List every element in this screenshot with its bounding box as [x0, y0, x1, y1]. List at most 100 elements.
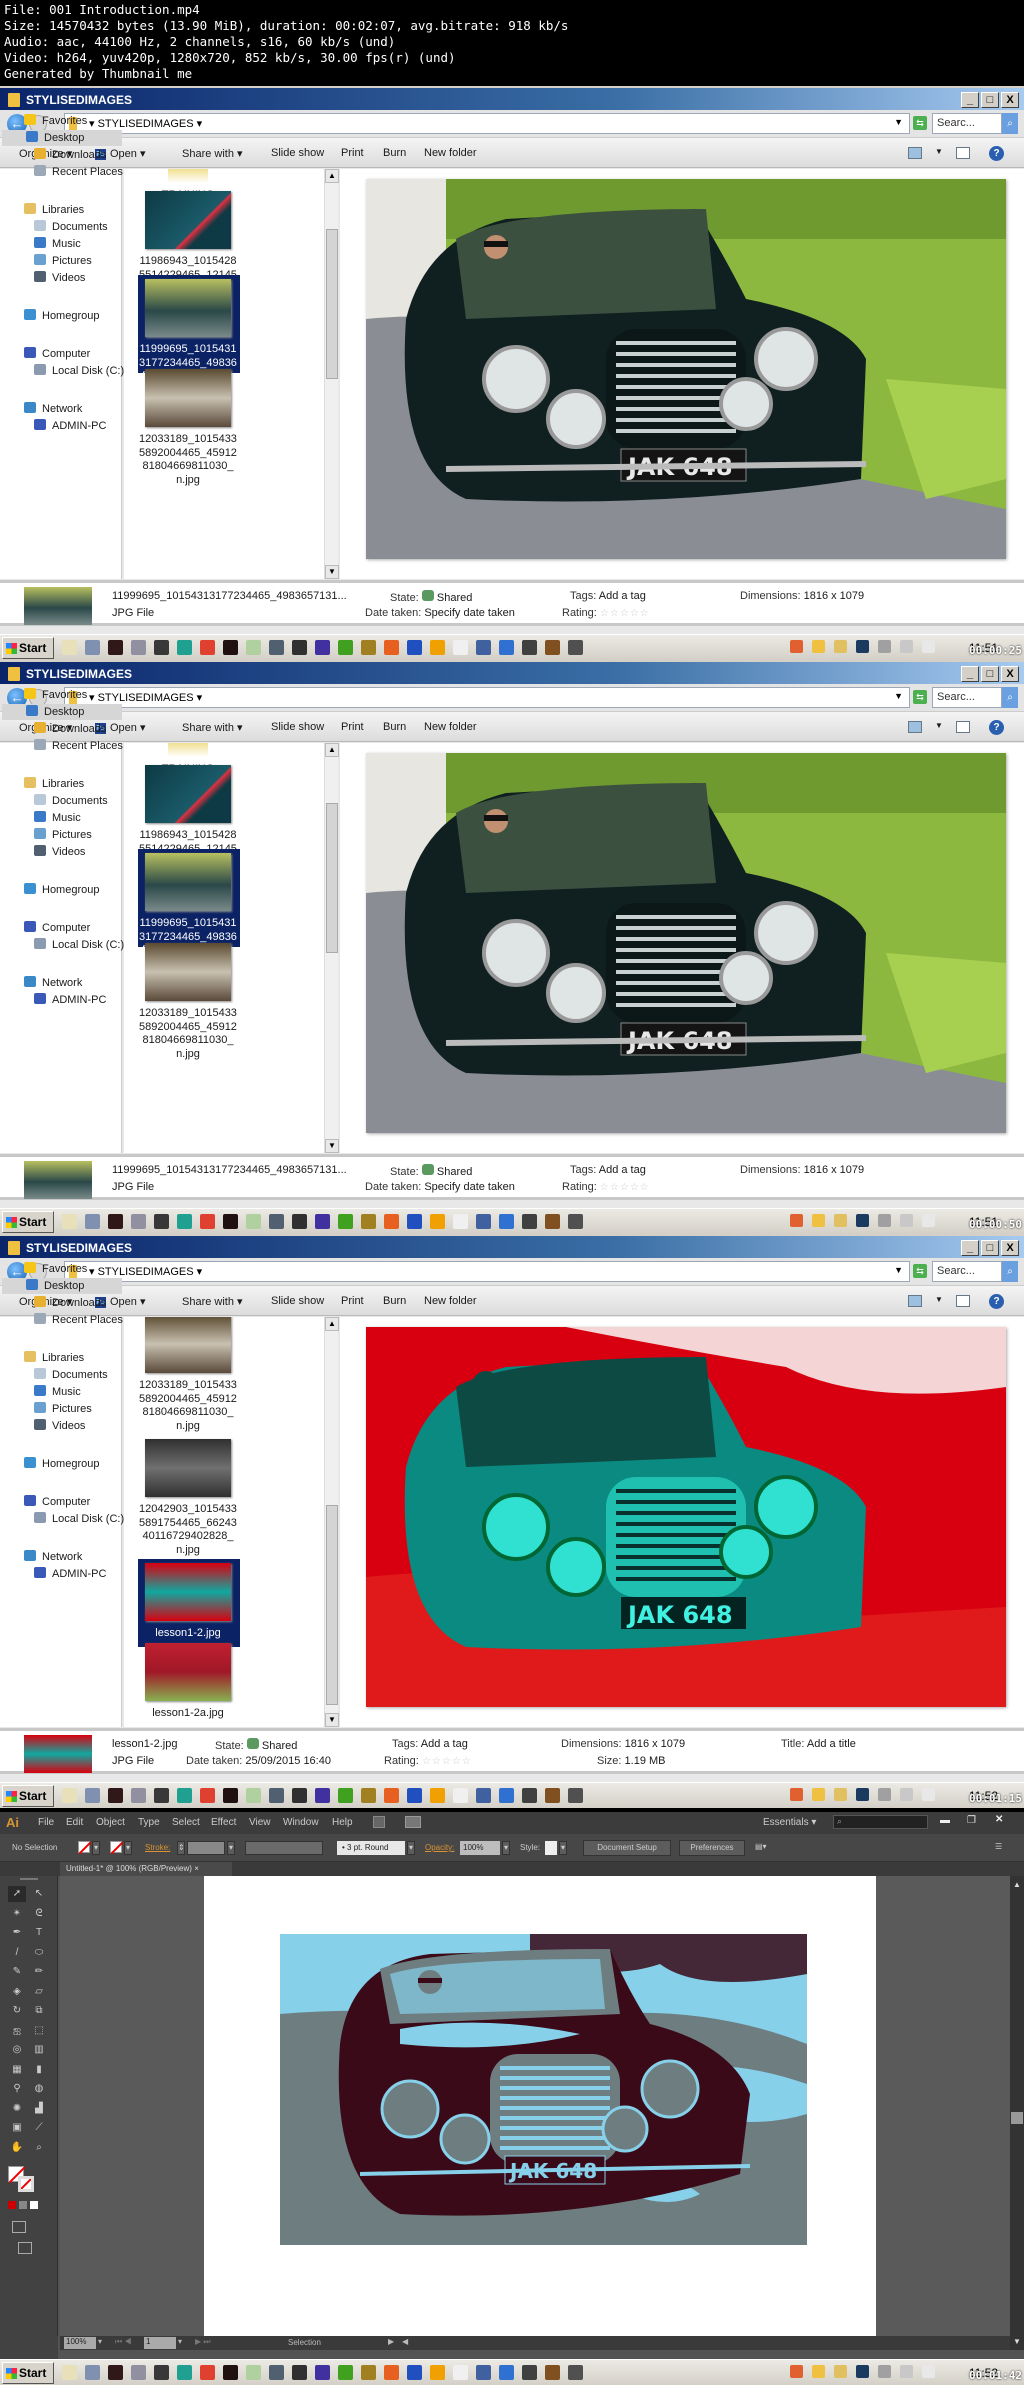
- menu-type[interactable]: Type: [138, 1817, 160, 1828]
- print-button[interactable]: Print: [341, 147, 364, 159]
- taskbar-app-icon[interactable]: [361, 1214, 376, 1229]
- taskbar-app-icon[interactable]: [108, 640, 123, 655]
- file-thumbnail[interactable]: [145, 765, 231, 823]
- file-thumbnail[interactable]: [145, 1439, 231, 1497]
- tray-icon[interactable]: [878, 2365, 891, 2378]
- new-folder-button[interactable]: New folder: [424, 1295, 477, 1307]
- opacity-dropdown[interactable]: ▾: [502, 1841, 510, 1855]
- close-button[interactable]: X: [1001, 1240, 1019, 1256]
- rating-stars[interactable]: ☆☆☆☆☆: [600, 608, 650, 619]
- scale-tool-icon[interactable]: ⧉: [30, 2003, 48, 2019]
- print-button[interactable]: Print: [341, 1295, 364, 1307]
- taskbar-app-icon[interactable]: [131, 1214, 146, 1229]
- vertical-scrollbar[interactable]: ▲ ▼: [324, 169, 339, 579]
- taskbar-app-icon[interactable]: [292, 640, 307, 655]
- nav-computer[interactable]: Computer: [24, 346, 90, 362]
- search-icon[interactable]: ⌕: [1002, 113, 1018, 134]
- scroll-down-button[interactable]: ▼: [1013, 2337, 1021, 2346]
- taskbar-app-icon[interactable]: [108, 1788, 123, 1803]
- preview-pane-icon[interactable]: [956, 1295, 970, 1307]
- taskbar-app-icon[interactable]: [85, 1788, 100, 1803]
- tray-icon[interactable]: [812, 1788, 825, 1801]
- taskbar-app-icon[interactable]: [269, 2365, 284, 2380]
- details-tags[interactable]: Tags: Add a tag: [570, 1164, 646, 1176]
- date-value[interactable]: 25/09/2015 16:40: [245, 1755, 331, 1767]
- tray-icon[interactable]: [856, 1788, 869, 1801]
- help-search-input[interactable]: ⌕: [833, 1815, 928, 1829]
- nav-music[interactable]: Music: [34, 236, 81, 252]
- pen-tool-icon[interactable]: ✒: [8, 1925, 26, 1941]
- taskbar-app-icon[interactable]: [292, 1788, 307, 1803]
- tray-icon[interactable]: [878, 1788, 891, 1801]
- next-artboard-button[interactable]: ▶ ⏭: [195, 2337, 211, 2347]
- taskbar-app-icon[interactable]: [131, 2365, 146, 2380]
- tray-icon[interactable]: [878, 1214, 891, 1227]
- taskbar-app-icon[interactable]: [522, 2365, 537, 2380]
- opacity-label[interactable]: Opacity:: [425, 1843, 454, 1852]
- file-thumbnail[interactable]: [145, 279, 231, 337]
- scroll-down-button[interactable]: ▼: [325, 1139, 339, 1153]
- taskbar-app-icon[interactable]: [476, 2365, 491, 2380]
- nav-pictures[interactable]: Pictures: [34, 1401, 92, 1417]
- nav-downloads[interactable]: Downloads: [34, 721, 106, 737]
- view-dropdown-icon[interactable]: ▼: [935, 147, 943, 156]
- variable-width-profile[interactable]: [245, 1841, 323, 1855]
- taskbar-app-icon[interactable]: [131, 1788, 146, 1803]
- taskbar-app-icon[interactable]: [407, 640, 422, 655]
- nav-recent-places[interactable]: Recent Places: [34, 164, 123, 180]
- taskbar-app-icon[interactable]: [499, 2365, 514, 2380]
- taskbar-app-icon[interactable]: [292, 2365, 307, 2380]
- stroke-label[interactable]: Stroke:: [145, 1843, 170, 1852]
- nav-network[interactable]: Network: [24, 975, 82, 991]
- file-thumbnail[interactable]: [145, 191, 231, 249]
- taskbar-app-icon[interactable]: [177, 1214, 192, 1229]
- taskbar-app-icon[interactable]: [269, 1788, 284, 1803]
- tray-icon[interactable]: [812, 640, 825, 653]
- address-bar[interactable]: ▾ STYLISEDIMAGES ▾ ▼: [64, 113, 910, 134]
- taskbar-app-icon[interactable]: [62, 1788, 77, 1803]
- free-transform-tool-icon[interactable]: ⬚: [30, 2023, 48, 2039]
- file-thumbnail[interactable]: [145, 369, 231, 427]
- hscroll-left-button[interactable]: ◀: [402, 2337, 408, 2346]
- nav-homegroup[interactable]: Homegroup: [24, 308, 99, 324]
- taskbar-app-icon[interactable]: [361, 640, 376, 655]
- taskbar-app-icon[interactable]: [85, 640, 100, 655]
- taskbar-app-icon[interactable]: [200, 1788, 215, 1803]
- preview-pane-icon[interactable]: [956, 721, 970, 733]
- nav-libraries[interactable]: Libraries: [24, 1350, 84, 1366]
- refresh-icon[interactable]: ⇆: [913, 116, 927, 130]
- nav-libraries[interactable]: Libraries: [24, 202, 84, 218]
- nav-downloads[interactable]: Downloads: [34, 1295, 106, 1311]
- taskbar-app-icon[interactable]: [62, 2365, 77, 2380]
- file-name[interactable]: 12033189_10154335892004465_4591281804669…: [128, 1379, 248, 1433]
- taskbar-app-icon[interactable]: [453, 1214, 468, 1229]
- tray-icon[interactable]: [856, 1214, 869, 1227]
- direct-selection-tool-icon[interactable]: ↖: [30, 1886, 48, 1902]
- perspective-grid-tool-icon[interactable]: ▥: [30, 2042, 48, 2058]
- details-title[interactable]: Title: Add a title: [781, 1738, 856, 1750]
- close-tab-icon[interactable]: ×: [194, 1864, 199, 1873]
- taskbar-app-icon[interactable]: [568, 1788, 583, 1803]
- nav-network[interactable]: Network: [24, 1549, 82, 1565]
- drawing-mode-icon[interactable]: [12, 2221, 26, 2233]
- arrange-documents-icon[interactable]: [405, 1816, 421, 1828]
- file-thumbnail[interactable]: [145, 853, 231, 911]
- tray-icon[interactable]: [834, 640, 847, 653]
- taskbar-app-icon[interactable]: [499, 640, 514, 655]
- taskbar-app-icon[interactable]: [131, 640, 146, 655]
- slide-show-button[interactable]: Slide show: [271, 1295, 324, 1307]
- stylised-car-artwork[interactable]: JAK 648: [280, 1934, 807, 2245]
- taskbar-app-icon[interactable]: [200, 1214, 215, 1229]
- nav-computer[interactable]: Computer: [24, 920, 90, 936]
- ellipse-tool-icon[interactable]: ⬭: [30, 1945, 48, 1961]
- taskbar-app-icon[interactable]: [407, 1214, 422, 1229]
- fill-dropdown[interactable]: ▾: [92, 1841, 100, 1855]
- menu-object[interactable]: Object: [96, 1817, 125, 1828]
- tray-icon[interactable]: [900, 1214, 913, 1227]
- details-rating[interactable]: Rating: ☆☆☆☆☆: [384, 1755, 472, 1767]
- help-icon[interactable]: ?: [989, 146, 1004, 161]
- tray-icon[interactable]: [834, 2365, 847, 2378]
- hand-tool-icon[interactable]: ✋: [8, 2140, 26, 2156]
- canvas-area[interactable]: JAK 648: [60, 1876, 1010, 2336]
- taskbar-app-icon[interactable]: [568, 1214, 583, 1229]
